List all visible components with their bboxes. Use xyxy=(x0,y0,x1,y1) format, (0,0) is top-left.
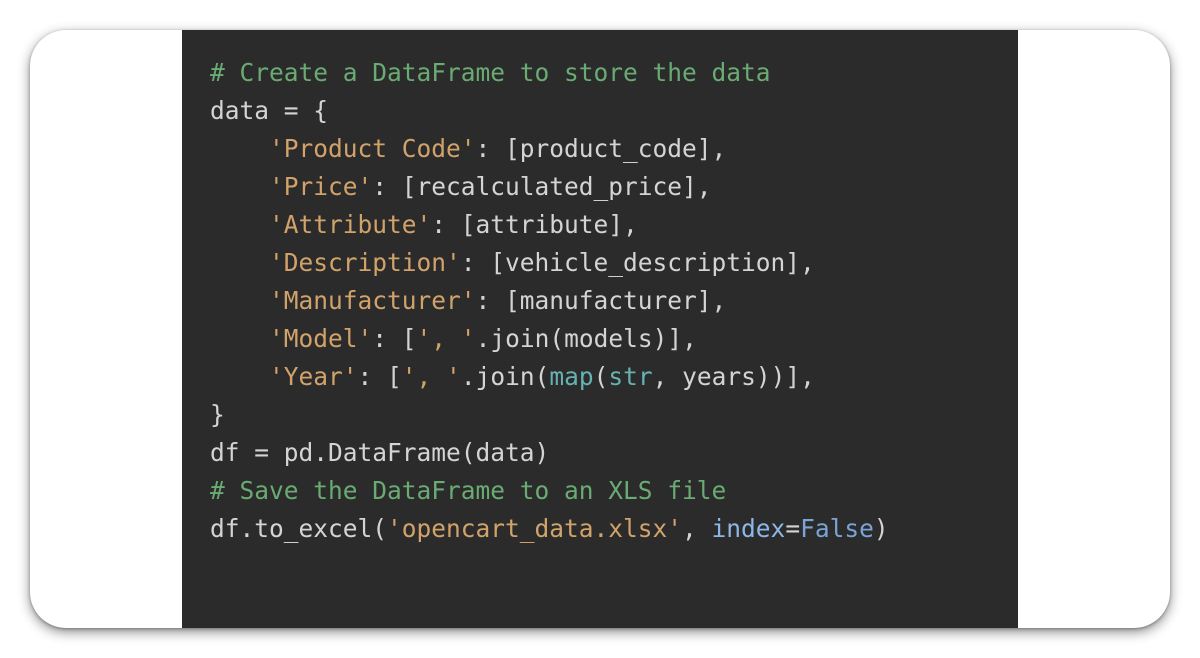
excel-filename: 'opencart_data.xlsx' xyxy=(387,514,682,543)
year-join-open: .join( xyxy=(461,362,550,391)
code-block: # Create a DataFrame to store the data d… xyxy=(182,30,1018,628)
excel-eq: = xyxy=(785,514,800,543)
key-description: 'Description' xyxy=(269,248,461,277)
year-before: : [ xyxy=(358,362,402,391)
val-manufacturer: : [manufacturer], xyxy=(476,286,727,315)
excel-close: ) xyxy=(874,514,889,543)
val-price: : [recalculated_price], xyxy=(372,172,711,201)
map-rest: , years))], xyxy=(653,362,815,391)
code-content: # Create a DataFrame to store the data d… xyxy=(210,54,994,548)
comment-create-df: # Create a DataFrame to store the data xyxy=(210,58,771,87)
kwarg-index: index xyxy=(712,514,786,543)
key-product-code: 'Product Code' xyxy=(269,134,476,163)
dict-close: } xyxy=(210,400,225,429)
val-description: : [vehicle_description], xyxy=(461,248,815,277)
dict-open: data = { xyxy=(210,96,328,125)
comment-save-xls: # Save the DataFrame to an XLS file xyxy=(210,476,726,505)
df-assign: df = pd.DataFrame(data) xyxy=(210,438,549,467)
key-price: 'Price' xyxy=(269,172,372,201)
model-joinstr: ', ' xyxy=(417,324,476,353)
excel-mid: , xyxy=(682,514,712,543)
key-year: 'Year' xyxy=(269,362,358,391)
model-join: .join(models)], xyxy=(476,324,697,353)
key-model: 'Model' xyxy=(269,324,372,353)
code-card: # Create a DataFrame to store the data d… xyxy=(30,30,1170,628)
builtin-str: str xyxy=(608,362,652,391)
const-false: False xyxy=(800,514,874,543)
val-product-code: : [product_code], xyxy=(476,134,727,163)
builtin-map: map xyxy=(549,362,593,391)
year-joinstr: ', ' xyxy=(402,362,461,391)
key-attribute: 'Attribute' xyxy=(269,210,431,239)
excel-prefix: df.to_excel( xyxy=(210,514,387,543)
model-before: : [ xyxy=(372,324,416,353)
key-manufacturer: 'Manufacturer' xyxy=(269,286,476,315)
val-attribute: : [attribute], xyxy=(431,210,638,239)
map-open: ( xyxy=(594,362,609,391)
